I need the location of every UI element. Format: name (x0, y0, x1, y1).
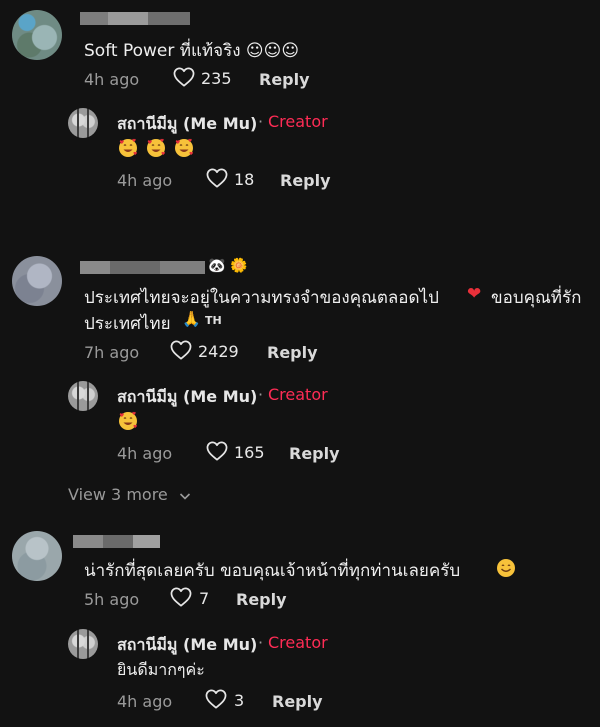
creator-separator: · (258, 385, 264, 404)
like-count: 3 (234, 691, 245, 710)
creator-badge: Creator (268, 112, 328, 131)
like-count: 7 (199, 589, 210, 608)
reply-button[interactable]: Reply (259, 70, 310, 89)
comment-text: Soft Power ที่แท้จริง ☺☺☺ (84, 41, 300, 61)
like-heart-icon[interactable] (206, 168, 228, 188)
like-heart-icon[interactable] (170, 587, 192, 607)
reply-time: 4h ago (117, 171, 173, 190)
smiling-hearts-icon (118, 138, 138, 158)
smiling-icon (496, 558, 516, 578)
red-heart-icon: ❤ (467, 284, 482, 304)
reply-button[interactable]: Reply (236, 590, 287, 609)
smiling-hearts-icon (118, 411, 138, 431)
smiling-hearts-icon (146, 138, 166, 158)
like-count: 18 (234, 170, 255, 189)
like-heart-icon[interactable] (206, 441, 228, 461)
comment-time: 4h ago (84, 70, 140, 89)
panda-icon: 🐼 (208, 258, 226, 274)
avatar[interactable] (12, 531, 62, 581)
comment-time: 7h ago (84, 343, 140, 362)
creator-separator: · (258, 633, 264, 652)
flag-code: TH (205, 314, 222, 327)
blurred-username[interactable] (80, 261, 205, 274)
blurred-username[interactable] (73, 535, 160, 548)
comment-text-line2: ประเทศไทย (84, 314, 171, 334)
reply-button[interactable]: Reply (289, 444, 340, 463)
reply-button[interactable]: Reply (272, 692, 323, 711)
smiling-hearts-icon (174, 138, 194, 158)
chevron-down-icon (179, 492, 190, 500)
creator-avatar[interactable] (68, 629, 98, 659)
like-count: 2429 (198, 342, 239, 361)
reply-button[interactable]: Reply (280, 171, 331, 190)
comment-text: น่ารักที่สุดเลยครับ ขอบคุณเจ้าหน้าที่ทุก… (84, 561, 461, 581)
view-more-label: View 3 more (68, 485, 168, 504)
like-heart-icon[interactable] (205, 689, 227, 709)
creator-name[interactable]: สถานีมีมู (Me Mu) (117, 112, 257, 137)
like-count: 235 (201, 69, 232, 88)
reply-time: 4h ago (117, 444, 173, 463)
comment-text-line1-tail: ขอบคุณที่รัก (491, 288, 582, 308)
reply-text: ยินดีมากๆค่ะ (117, 660, 205, 679)
blurred-username[interactable] (80, 12, 190, 25)
comment-time: 5h ago (84, 590, 140, 609)
flower-icon: 🌼 (230, 258, 248, 274)
view-more-replies-button[interactable]: View 3 more (68, 485, 191, 504)
creator-name[interactable]: สถานีมีมู (Me Mu) (117, 385, 257, 410)
like-heart-icon[interactable] (170, 340, 192, 360)
creator-separator: · (258, 112, 264, 131)
reply-button[interactable]: Reply (267, 343, 318, 362)
comment-text-line1: ประเทศไทยจะอยู่ในความทรงจำของคุณตลอดไป (84, 288, 439, 308)
like-heart-icon[interactable] (173, 67, 195, 87)
creator-badge: Creator (268, 633, 328, 652)
like-count: 165 (234, 443, 265, 462)
avatar[interactable] (12, 10, 62, 60)
creator-badge: Creator (268, 385, 328, 404)
creator-avatar[interactable] (68, 108, 98, 138)
creator-avatar[interactable] (68, 381, 98, 411)
avatar[interactable] (12, 256, 62, 306)
reply-time: 4h ago (117, 692, 173, 711)
creator-name[interactable]: สถานีมีมู (Me Mu) (117, 633, 257, 658)
praying-hands-icon: 🙏 (182, 310, 201, 328)
